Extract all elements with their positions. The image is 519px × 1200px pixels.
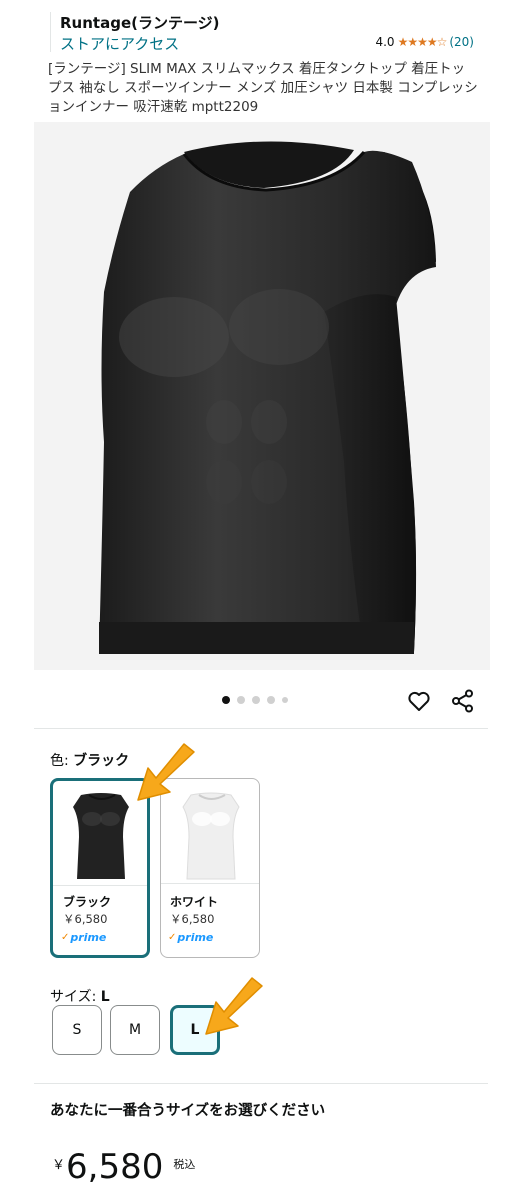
prime-check-icon: ✓ — [168, 932, 177, 943]
section-divider — [34, 728, 488, 729]
size-prompt: あなたに一番合うサイズをお選びください — [50, 1103, 326, 1119]
section-divider — [34, 1083, 488, 1084]
size-selected-value: L — [100, 989, 110, 1005]
prime-badge: ✓ prime — [61, 931, 106, 944]
store-header: Runtage(ランテージ) ストアにアクセス 4.0 ★★★★☆ (20) — [0, 0, 519, 56]
swatch-separator — [53, 885, 147, 886]
size-option-m[interactable]: M — [110, 1005, 160, 1055]
swatch-price: ￥6,580 — [170, 912, 215, 926]
annotation-arrow-icon — [137, 743, 195, 801]
store-link[interactable]: ストアにアクセス — [60, 33, 179, 54]
tank-top-image — [99, 141, 436, 654]
swatch-price: ￥6,580 — [63, 912, 108, 926]
rating-value: 4.0 — [375, 35, 395, 49]
carousel-dot[interactable] — [237, 696, 245, 704]
price-currency: ￥ — [52, 1158, 66, 1173]
rating-count[interactable]: (20) — [449, 35, 474, 49]
prime-label: prime — [70, 931, 107, 944]
product-title: [ランテージ] SLIM MAX スリムマックス 着圧タンクトップ 着圧トップス… — [48, 61, 478, 115]
carousel-dot[interactable] — [282, 697, 288, 703]
share-icon[interactable] — [450, 688, 476, 714]
carousel-dot[interactable] — [252, 696, 260, 704]
star-rating-icon: ★★★★☆ — [397, 35, 448, 49]
size-label: サイズ: L — [50, 986, 110, 1006]
prime-badge: ✓ prime — [168, 931, 213, 944]
size-label-prefix: サイズ: — [50, 989, 101, 1005]
color-label-prefix: 色: — [50, 753, 74, 769]
price-amount: 6,580 — [66, 1147, 164, 1187]
color-label: 色: ブラック — [50, 750, 129, 770]
swatch-name: ホワイト — [170, 895, 219, 909]
prime-label: prime — [177, 931, 214, 944]
price: ￥ 6,580 税込 — [52, 1148, 195, 1186]
swatch-name: ブラック — [63, 895, 112, 909]
wishlist-heart-icon[interactable] — [406, 688, 432, 714]
carousel-dots[interactable] — [222, 696, 288, 704]
store-divider — [50, 12, 51, 52]
annotation-arrow-icon — [205, 977, 263, 1035]
carousel-dot[interactable] — [267, 696, 275, 704]
brand-name: Runtage(ランテージ) — [60, 14, 220, 32]
color-selected-value: ブラック — [73, 753, 130, 769]
prime-check-icon: ✓ — [61, 932, 70, 943]
swatch-separator — [161, 883, 259, 884]
black-tank-thumbnail — [73, 793, 129, 879]
size-option-s[interactable]: S — [52, 1005, 102, 1055]
carousel-dot[interactable] — [222, 696, 230, 704]
product-image[interactable] — [34, 122, 490, 670]
price-tax-note: 税込 — [173, 1158, 196, 1171]
rating[interactable]: 4.0 ★★★★☆ (20) — [375, 35, 474, 49]
